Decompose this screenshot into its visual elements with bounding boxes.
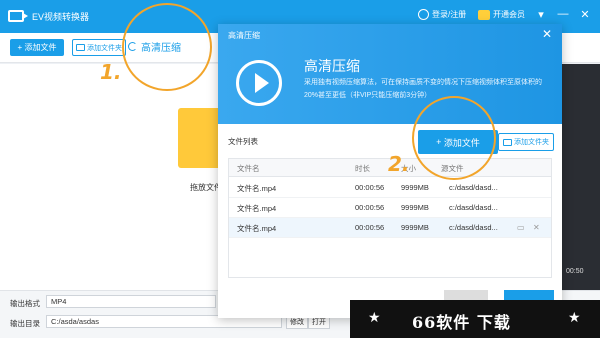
- vip-label: 开通会员: [493, 10, 525, 19]
- file-list-caption: 文件列表: [228, 137, 258, 146]
- app-logo-icon: [8, 10, 28, 22]
- add-folder-label: 添加文件夹: [87, 44, 122, 52]
- cell-name: 文件名.mp4: [237, 204, 277, 213]
- drop-folder-icon: [178, 108, 222, 168]
- annotation-circle-1: [122, 3, 212, 91]
- cell-name: 文件名.mp4: [237, 224, 277, 233]
- annotation-circle-2: [412, 96, 496, 180]
- dialog-add-folder-button[interactable]: 添加文件夹: [498, 133, 554, 151]
- login-link[interactable]: 登录/注册: [418, 9, 466, 20]
- star-icon: ★: [368, 309, 381, 325]
- folder-icon: [76, 44, 85, 51]
- watermark-text: 66软件 下载: [412, 313, 511, 332]
- format-label: 输出格式: [10, 299, 40, 308]
- cell-name: 文件名.mp4: [237, 184, 277, 193]
- add-file-button[interactable]: + 添加文件: [10, 39, 64, 56]
- delete-icon[interactable]: ✕: [533, 223, 540, 232]
- star-icon: ★: [568, 309, 581, 325]
- vip-icon: [478, 9, 490, 20]
- annotation-step-2: 2.: [388, 152, 410, 176]
- table-row[interactable]: 文件名.mp4 00:00:56 9999MB c:/dasd/dasd...: [229, 178, 551, 198]
- col-name: 文件名: [237, 164, 260, 173]
- compress-play-icon: [236, 60, 282, 106]
- cell-path: c:/dasd/dasd...: [449, 203, 498, 212]
- dialog-header: 高清压缩 ✕ 高清压缩 采用独有视频压缩算法，可在保持画质不变的情况下压缩视频体…: [218, 24, 562, 124]
- col-duration: 时长: [355, 164, 370, 173]
- cell-size: 9999MB: [401, 183, 429, 192]
- add-file-label: 添加文件: [24, 43, 57, 52]
- dialog-close-icon[interactable]: ✕: [542, 27, 552, 41]
- app-title: EV视频转换器: [32, 12, 90, 22]
- close-button[interactable]: ✕: [578, 8, 592, 21]
- user-icon: [418, 9, 429, 20]
- format-select[interactable]: MP4: [46, 295, 216, 308]
- folder-icon: [503, 138, 512, 146]
- plus-icon: +: [17, 43, 25, 52]
- cell-size: 9999MB: [401, 223, 429, 232]
- preview-time: 00:50: [566, 268, 584, 275]
- dialog-add-folder-label: 添加文件夹: [514, 139, 549, 146]
- minimize-button[interactable]: —: [556, 8, 570, 20]
- hero-title: 高清压缩: [304, 58, 360, 74]
- hero-description: 采用独有视频压缩算法，可在保持画质不变的情况下压缩视频体积至原体积的20%甚至更…: [304, 79, 542, 99]
- dir-label: 输出目录: [10, 319, 40, 328]
- cell-duration: 00:00:56: [355, 203, 385, 212]
- dialog-title: 高清压缩: [228, 31, 260, 40]
- cell-path: c:/dasd/dasd...: [449, 223, 498, 232]
- table-row[interactable]: 文件名.mp4 00:00:56 9999MB c:/dasd/dasd...: [229, 198, 551, 218]
- add-folder-button[interactable]: 添加文件夹: [72, 39, 126, 56]
- cell-size: 9999MB: [401, 203, 429, 212]
- watermark-banner: ★ 66软件 下载 ★: [350, 300, 600, 338]
- cell-duration: 00:00:56: [355, 183, 385, 192]
- cell-path: c:/dasd/dasd...: [449, 183, 498, 192]
- login-label: 登录/注册: [432, 10, 467, 19]
- menu-dropdown-icon[interactable]: ▾: [534, 8, 548, 21]
- file-table: 文件名 时长 大小 源文件 文件名.mp4 00:00:56 9999MB c:…: [228, 158, 552, 278]
- preview-panel: [562, 64, 600, 290]
- table-row[interactable]: 文件名.mp4 00:00:56 9999MB c:/dasd/dasd... …: [229, 218, 551, 238]
- vip-link[interactable]: 开通会员: [478, 9, 525, 20]
- cell-duration: 00:00:56: [355, 223, 385, 232]
- annotation-step-1: 1.: [100, 60, 122, 84]
- open-folder-icon[interactable]: ▭: [517, 223, 525, 232]
